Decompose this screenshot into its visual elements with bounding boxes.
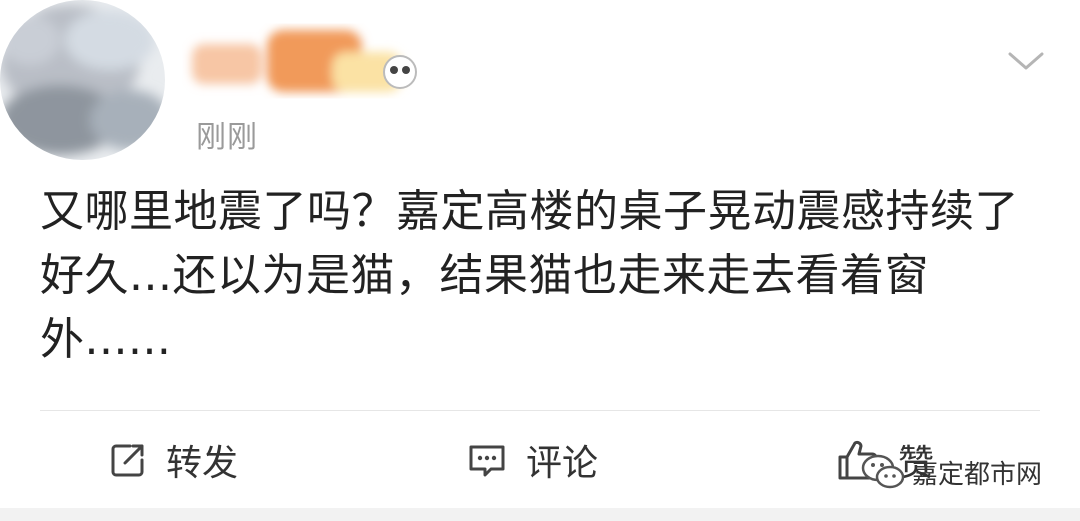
weibo-post-card: 刚刚 又哪里地震了吗？嘉定高楼的桌子晃动震感持续了好久...还以为是猫，结果猫也… — [0, 0, 1080, 521]
comment-button[interactable]: 评论 — [466, 432, 598, 488]
watermark-text: 嘉定都市网 — [912, 459, 1043, 490]
comment-label: 评论 — [526, 443, 599, 484]
avatar[interactable] — [0, 0, 165, 160]
repost-button[interactable]: 转发 — [108, 432, 238, 488]
username-redacted[interactable] — [182, 22, 422, 106]
repost-label: 转发 — [166, 443, 239, 484]
wechat-icon — [861, 454, 905, 489]
bottom-separator — [0, 508, 1080, 521]
watermark: 嘉定都市网 — [860, 452, 1042, 492]
divider — [40, 410, 1040, 411]
chevron-down-icon[interactable] — [1006, 46, 1046, 76]
share-icon — [111, 444, 144, 477]
comment-icon — [469, 445, 505, 477]
post-body: 又哪里地震了吗？嘉定高楼的桌子晃动震感持续了好久...还以为是猫，结果猫也走来走… — [40, 186, 1019, 365]
post-timestamp: 刚刚 — [196, 120, 258, 155]
